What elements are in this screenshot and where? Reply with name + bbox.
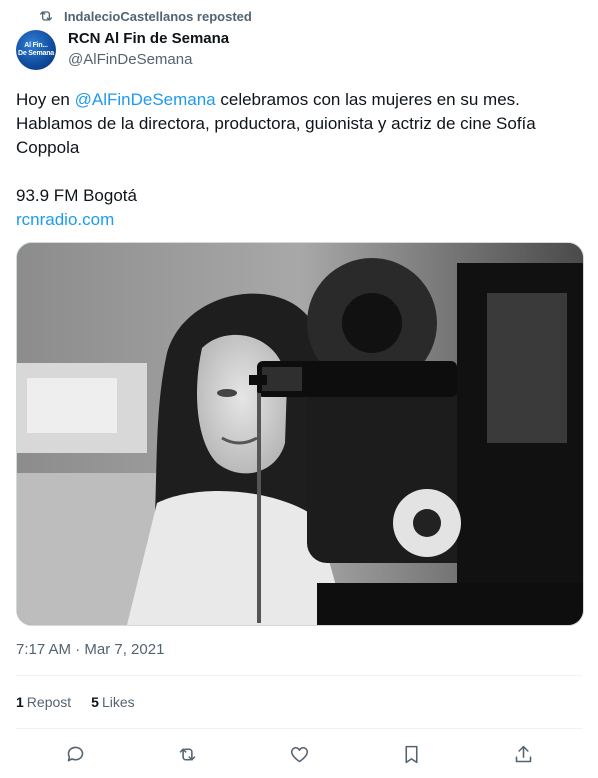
like-icon [290,746,308,762]
action-bar [16,738,582,770]
likes-label: Likes [101,694,135,710]
repost-banner-text[interactable]: IndalecioCastellanos reposted [64,9,252,24]
avatar-text-line2: De Semana [18,50,54,57]
avatar[interactable]: Al Fin... De Semana [16,30,56,70]
avatar-text-line1: Al Fin... [24,42,48,49]
tweet-stats: 1 Repost 5 Likes [16,694,135,710]
share-icon [515,745,531,762]
repost-icon [179,747,195,761]
reposts-stat[interactable]: 1 Repost [16,694,71,710]
tweet-timestamp[interactable]: 7:17 AM · Mar 7, 2021 [16,641,164,658]
reposts-label: Repost [26,694,72,710]
author-name[interactable]: RCN Al Fin de Semana [68,30,229,47]
reply-button[interactable] [64,743,86,765]
external-link[interactable]: rcnradio.com [16,210,114,229]
likes-stat[interactable]: 5 Likes [91,694,134,710]
bookmark-icon [404,745,418,763]
repost-icon [40,11,52,21]
divider [16,675,582,676]
tweet-text-prefix: Hoy en [16,90,75,109]
divider [16,728,582,729]
author-handle[interactable]: @AlFinDeSemana [68,51,192,68]
tweet-station: 93.9 FM Bogotá [16,186,137,205]
like-button[interactable] [288,743,310,765]
tweet-photo[interactable] [16,242,584,626]
likes-count: 5 [91,694,99,710]
share-button[interactable] [512,743,534,765]
mention-link[interactable]: @AlFinDeSemana [75,90,216,109]
reposts-count: 1 [16,694,24,710]
repost-button[interactable] [176,743,198,765]
tweet-text: Hoy en @AlFinDeSemana celebramos con las… [16,88,582,232]
repost-banner: IndalecioCastellanos reposted [38,8,252,24]
bookmark-button[interactable] [400,743,422,765]
reply-icon [67,746,83,761]
